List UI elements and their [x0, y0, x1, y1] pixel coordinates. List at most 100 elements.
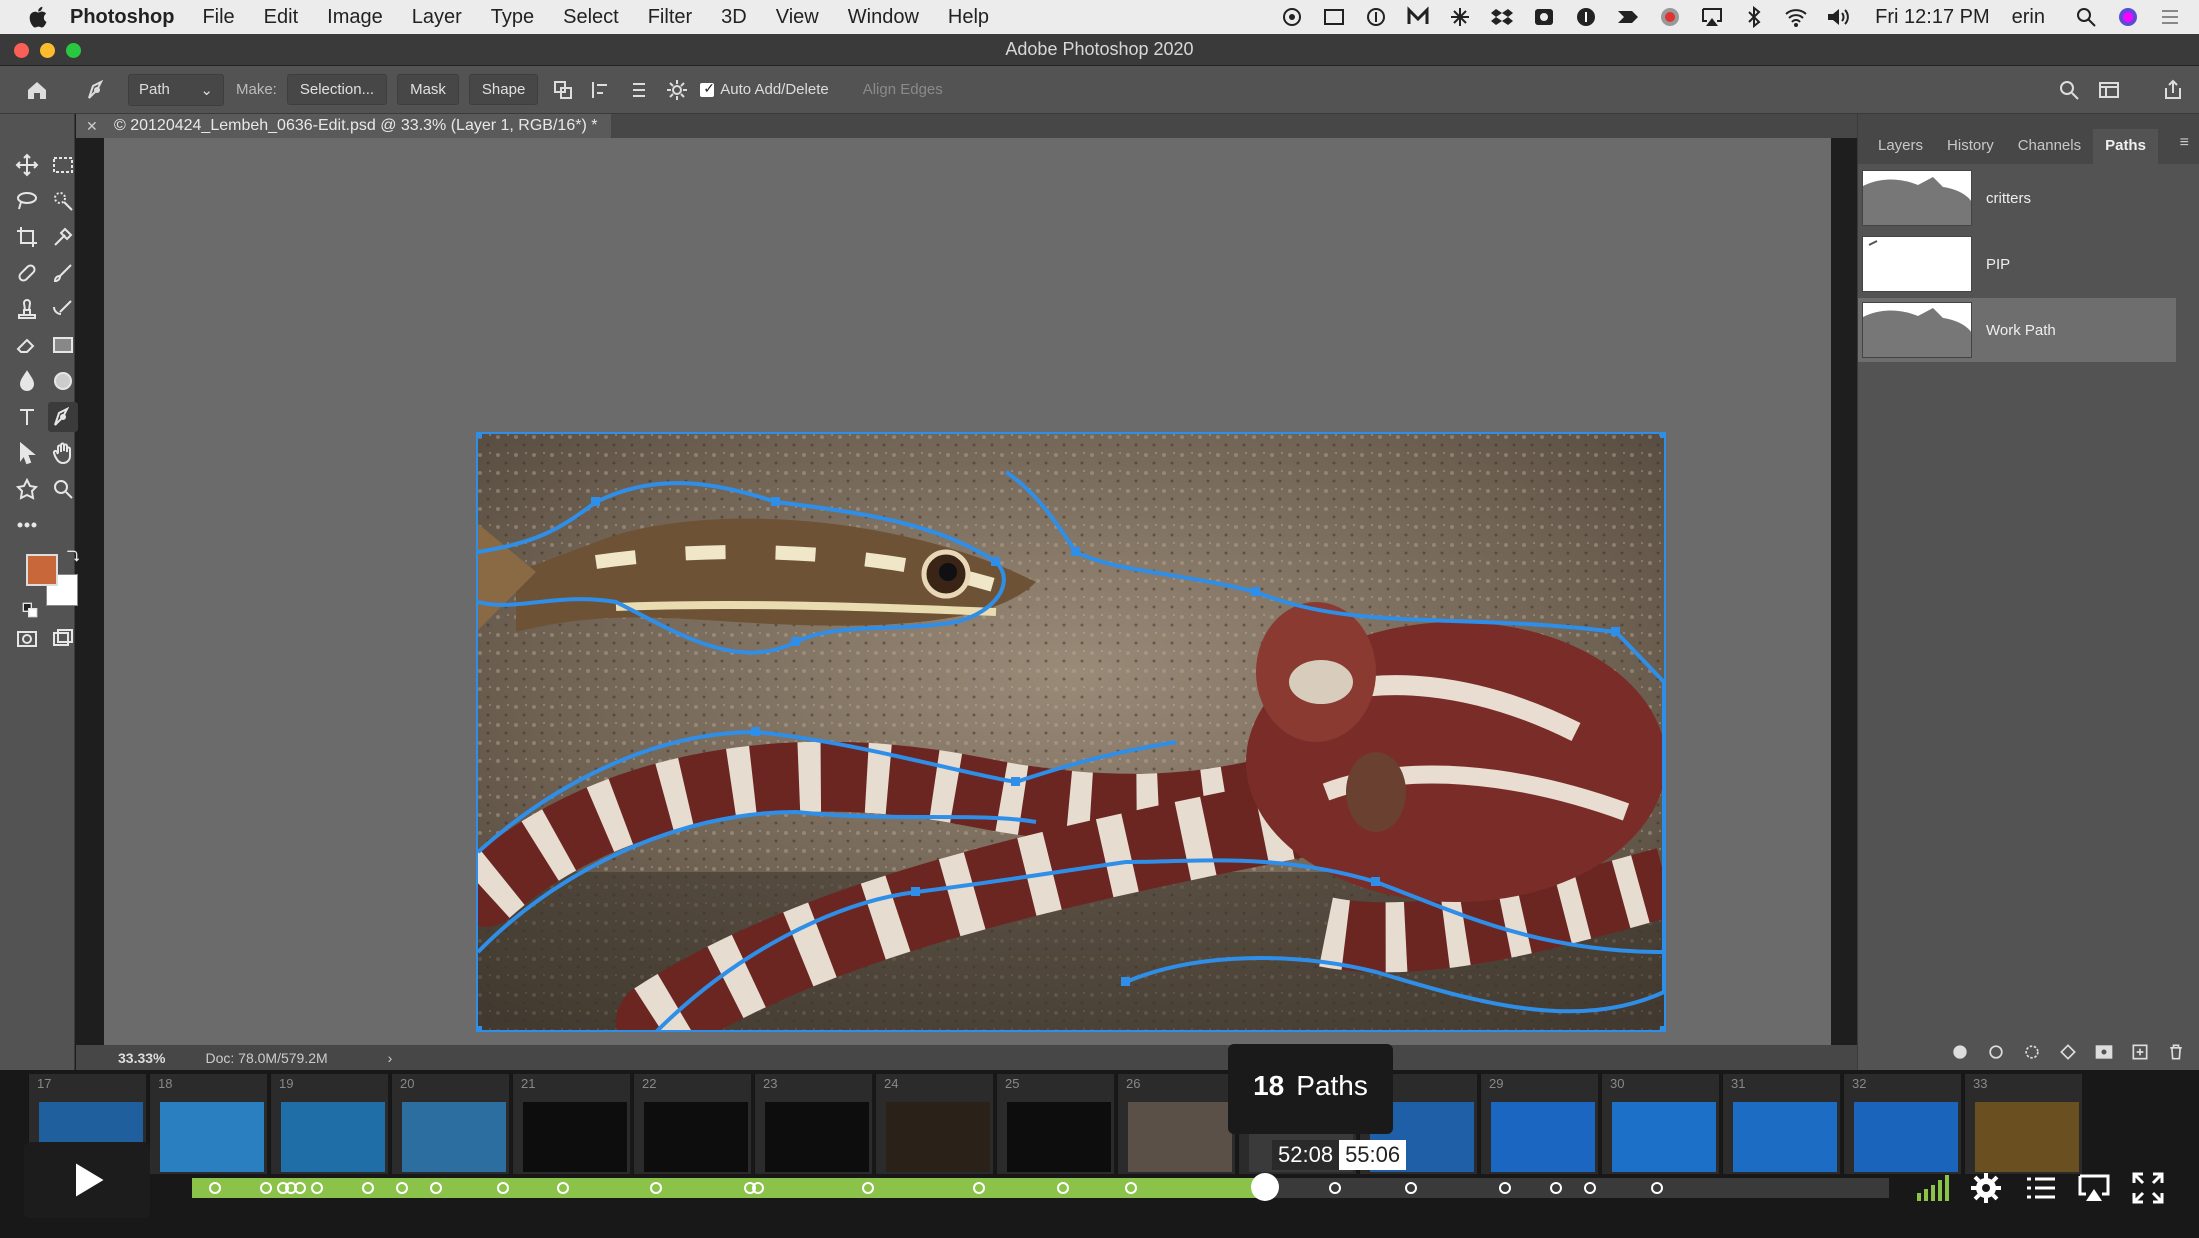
chapter-marker[interactable] — [1405, 1182, 1418, 1194]
path-operations-icon[interactable] — [548, 75, 578, 105]
auto-add-delete-checkbox[interactable]: ✓ — [700, 80, 715, 97]
lasso-tool-icon[interactable] — [12, 186, 42, 216]
search-icon[interactable] — [2054, 75, 2084, 105]
make-shape-button[interactable]: Shape — [468, 74, 539, 105]
chapter-thumbnail[interactable]: 22 — [633, 1074, 751, 1174]
document-canvas[interactable] — [476, 432, 1666, 1032]
menu-select[interactable]: Select — [563, 6, 619, 29]
volume-bars-icon[interactable] — [1910, 1166, 1954, 1210]
canvas-area[interactable] — [104, 138, 1831, 1045]
chapter-thumbnail[interactable]: 25 — [996, 1074, 1114, 1174]
blur-tool-icon[interactable] — [12, 366, 42, 396]
document-tab[interactable]: ✕ © 20120424_Lembeh_0636-Edit.psd @ 33.3… — [76, 114, 612, 138]
chapter-marker[interactable] — [972, 1182, 985, 1194]
airplay-icon[interactable] — [2072, 1166, 2116, 1210]
load-as-selection-icon[interactable] — [2018, 1038, 2046, 1066]
settings-gear-icon[interactable] — [1964, 1166, 2008, 1210]
path-selection-tool-icon[interactable] — [12, 438, 42, 468]
chapter-thumbnail[interactable]: 18 — [149, 1074, 267, 1174]
menu-type[interactable]: Type — [491, 6, 534, 29]
path-item-critters[interactable]: critters — [1858, 166, 2176, 230]
healing-brush-tool-icon[interactable] — [12, 258, 42, 288]
wifi-icon[interactable] — [1783, 6, 1809, 28]
status-menu-chevron-icon[interactable]: › — [388, 1050, 393, 1066]
bolt-icon[interactable] — [1615, 6, 1641, 28]
quick-mask-icon[interactable] — [12, 624, 42, 654]
menu-3d[interactable]: 3D — [721, 6, 747, 29]
delete-path-icon[interactable] — [2162, 1038, 2190, 1066]
chapter-thumbnail[interactable]: 23 — [754, 1074, 872, 1174]
make-selection-button[interactable]: Selection... — [286, 74, 388, 105]
bluetooth-icon[interactable] — [1741, 6, 1767, 28]
chapter-marker[interactable] — [310, 1182, 323, 1194]
sparkle-icon[interactable] — [1447, 6, 1473, 28]
menu-edit[interactable]: Edit — [264, 6, 298, 29]
menu-file[interactable]: File — [202, 6, 234, 29]
home-icon[interactable] — [22, 75, 52, 105]
fullscreen-icon[interactable] — [2126, 1166, 2170, 1210]
pen-tool-preset-icon[interactable] — [82, 75, 112, 105]
swap-colors-icon[interactable] — [64, 548, 80, 564]
pen-mode-select[interactable]: Path ⌄ — [128, 73, 224, 106]
chapter-marker[interactable] — [556, 1182, 569, 1194]
pen-tool-icon[interactable] — [48, 402, 78, 432]
make-mask-button[interactable]: Mask — [397, 74, 459, 105]
more-tools-icon[interactable] — [12, 510, 42, 540]
fill-path-icon[interactable] — [1946, 1038, 1974, 1066]
progress-bar[interactable] — [192, 1173, 1889, 1201]
zoom-tool-icon[interactable] — [48, 474, 78, 504]
m-app-icon[interactable] — [1405, 6, 1431, 28]
onepassword-icon[interactable] — [1363, 6, 1389, 28]
chapter-marker[interactable] — [259, 1182, 272, 1194]
close-tab-icon[interactable]: ✕ — [86, 118, 98, 135]
path-item-pip[interactable]: PIP — [1858, 232, 2176, 296]
menubar-user[interactable]: erin — [2012, 6, 2045, 29]
tab-channels[interactable]: Channels — [2006, 137, 2093, 164]
creative-cloud-icon[interactable] — [1279, 6, 1305, 28]
new-path-icon[interactable] — [2126, 1038, 2154, 1066]
panel-menu-icon[interactable]: ≡ — [2180, 134, 2189, 152]
chapter-thumbnail[interactable]: 26 — [1117, 1074, 1235, 1174]
tab-paths[interactable]: Paths — [2093, 129, 2158, 164]
chapter-thumbnail[interactable]: 21 — [512, 1074, 630, 1174]
chapters-list-icon[interactable] — [2018, 1166, 2062, 1210]
eraser-tool-icon[interactable] — [12, 330, 42, 360]
workspace-icon[interactable] — [2094, 75, 2124, 105]
menu-image[interactable]: Image — [327, 6, 383, 29]
custom-shape-tool-icon[interactable] — [12, 474, 42, 504]
app-menu[interactable]: Photoshop — [70, 6, 174, 29]
apple-icon[interactable] — [26, 4, 52, 30]
close-window-button[interactable] — [14, 43, 29, 58]
menu-layer[interactable]: Layer — [412, 6, 462, 29]
type-tool-icon[interactable] — [12, 402, 42, 432]
clone-stamp-tool-icon[interactable] — [12, 294, 42, 324]
path-alignment-icon[interactable] — [586, 75, 616, 105]
chapter-marker[interactable] — [429, 1182, 442, 1194]
siri-icon[interactable] — [2115, 6, 2141, 28]
zoom-level[interactable]: 33.33% — [118, 1050, 165, 1066]
scrub-handle[interactable] — [1250, 1173, 1279, 1201]
default-colors-icon[interactable] — [22, 602, 38, 618]
volume-icon[interactable] — [1825, 6, 1851, 28]
window-icon[interactable] — [1321, 6, 1347, 28]
chapter-marker[interactable] — [1583, 1182, 1596, 1194]
chapter-thumbnail[interactable]: 32 — [1843, 1074, 1961, 1174]
dropbox-icon[interactable] — [1489, 6, 1515, 28]
chapter-marker[interactable] — [752, 1182, 764, 1194]
chapter-thumbnail[interactable]: 19 — [270, 1074, 388, 1174]
chapter-marker[interactable] — [395, 1182, 408, 1194]
tab-layers[interactable]: Layers — [1866, 137, 1935, 164]
chapter-thumbnail[interactable]: 30 — [1601, 1074, 1719, 1174]
move-tool-icon[interactable] — [12, 150, 42, 180]
chapter-marker[interactable] — [1328, 1182, 1341, 1194]
menu-window[interactable]: Window — [848, 6, 919, 29]
chapter-marker[interactable] — [1651, 1182, 1664, 1194]
crop-tool-icon[interactable] — [12, 222, 42, 252]
sponge-tool-icon[interactable] — [48, 366, 78, 396]
chapter-marker[interactable] — [1498, 1182, 1511, 1194]
chapter-marker[interactable] — [208, 1182, 221, 1194]
menu-help[interactable]: Help — [948, 6, 989, 29]
share-icon[interactable] — [2158, 75, 2188, 105]
history-brush-tool-icon[interactable] — [48, 294, 78, 324]
settings-gear-icon[interactable] — [662, 75, 692, 105]
